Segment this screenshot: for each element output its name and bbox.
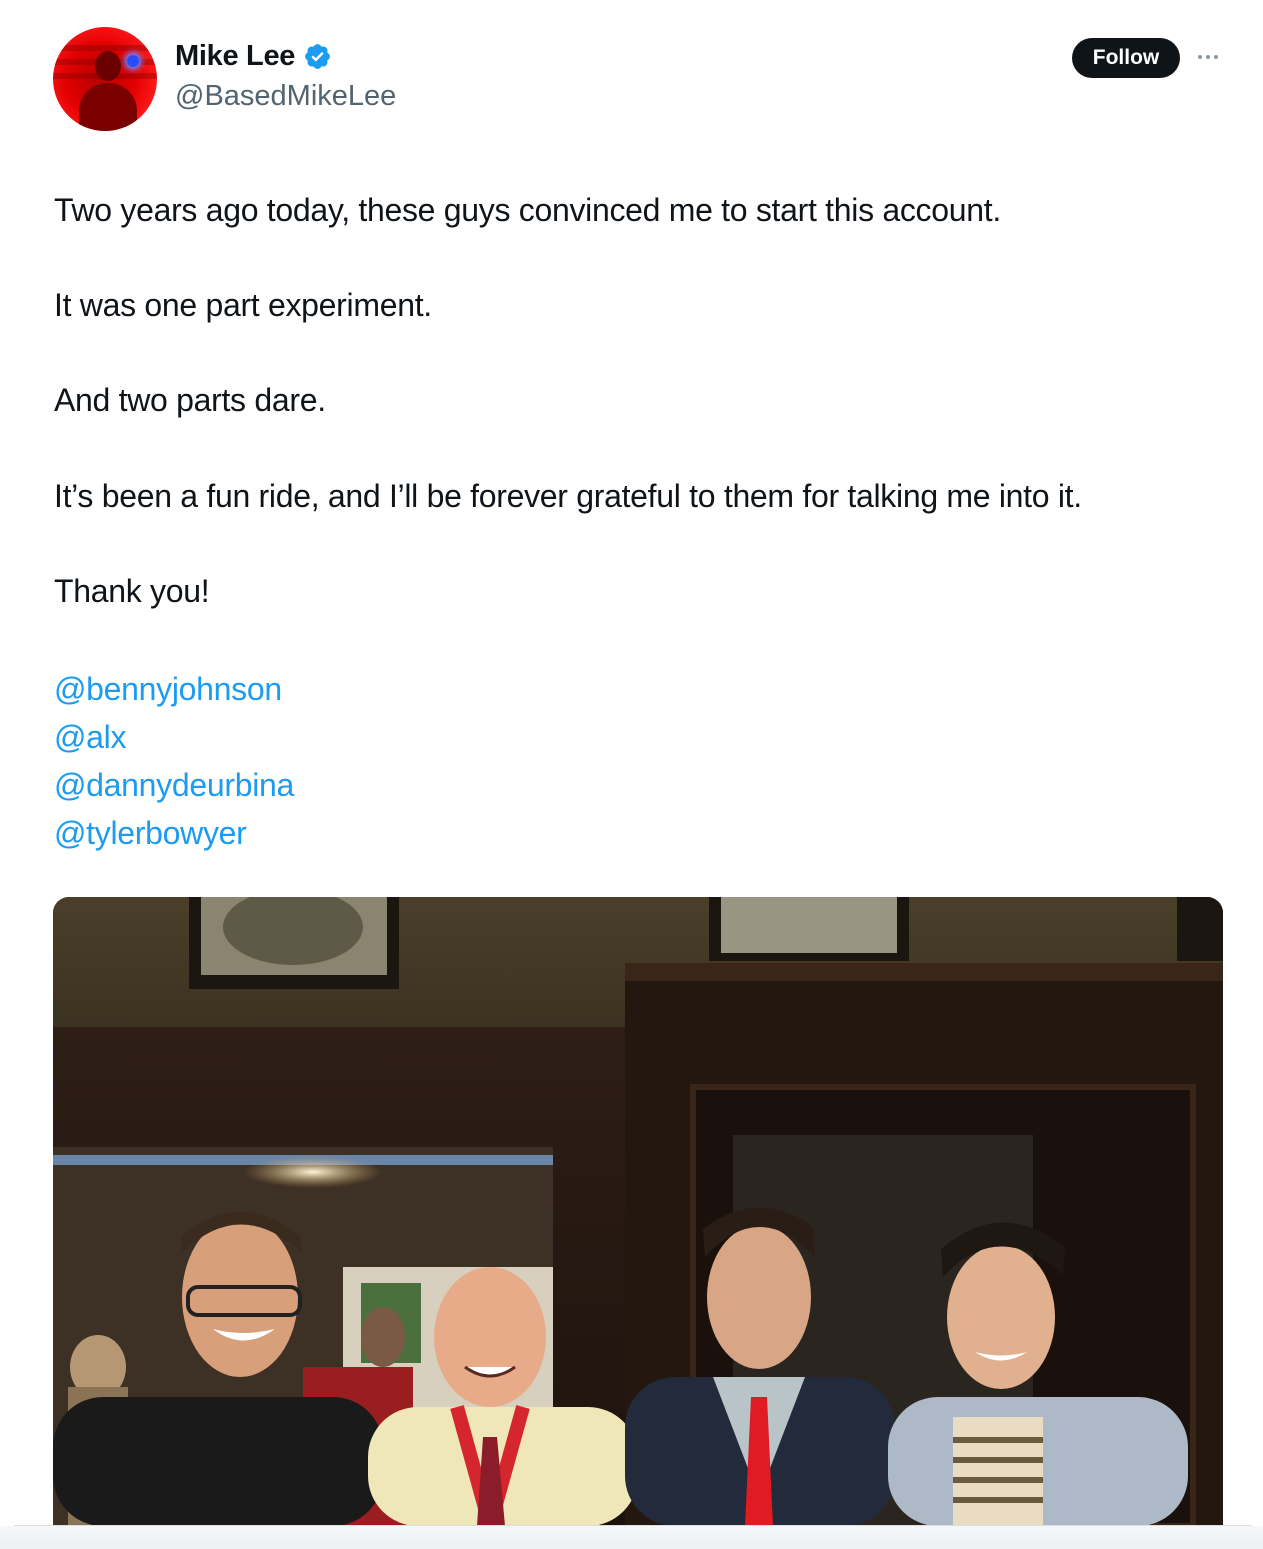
more-options-icon[interactable] — [1196, 49, 1220, 65]
tweet-paragraph: Thank you! — [54, 573, 210, 609]
tweet-photo[interactable] — [53, 897, 1223, 1526]
author-handle[interactable]: @BasedMikeLee — [175, 80, 396, 113]
avatar-flag-stripe — [53, 45, 157, 51]
avatar-figure-body — [79, 83, 137, 131]
avatar-laser-eye — [127, 55, 139, 67]
mention-link[interactable]: @bennyjohnson — [54, 665, 294, 713]
mention-list: @bennyjohnson @alx @dannydeurbina @tyler… — [54, 665, 294, 857]
tweet-card: Mike Lee @BasedMikeLee Follow Two years … — [0, 0, 1263, 1549]
tweet-paragraph: Two years ago today, these guys convince… — [54, 192, 1001, 228]
bottom-fade — [0, 1526, 1263, 1549]
author-avatar[interactable] — [53, 27, 157, 131]
mention-link[interactable]: @tylerbowyer — [54, 809, 294, 857]
author-display-name[interactable]: Mike Lee — [175, 40, 295, 73]
avatar-figure-head — [95, 51, 121, 81]
tweet-paragraph: It’s been a fun ride, and I’ll be foreve… — [54, 478, 1082, 514]
mention-link[interactable]: @alx — [54, 713, 294, 761]
photo-scene — [53, 897, 1223, 1526]
tweet-paragraph: And two parts dare. — [54, 382, 326, 418]
follow-button[interactable]: Follow — [1072, 38, 1180, 78]
author-name-row: Mike Lee — [175, 40, 332, 73]
tweet-paragraph: It was one part experiment. — [54, 287, 432, 323]
mention-link[interactable]: @dannydeurbina — [54, 761, 294, 809]
verified-badge-icon[interactable] — [303, 42, 332, 71]
